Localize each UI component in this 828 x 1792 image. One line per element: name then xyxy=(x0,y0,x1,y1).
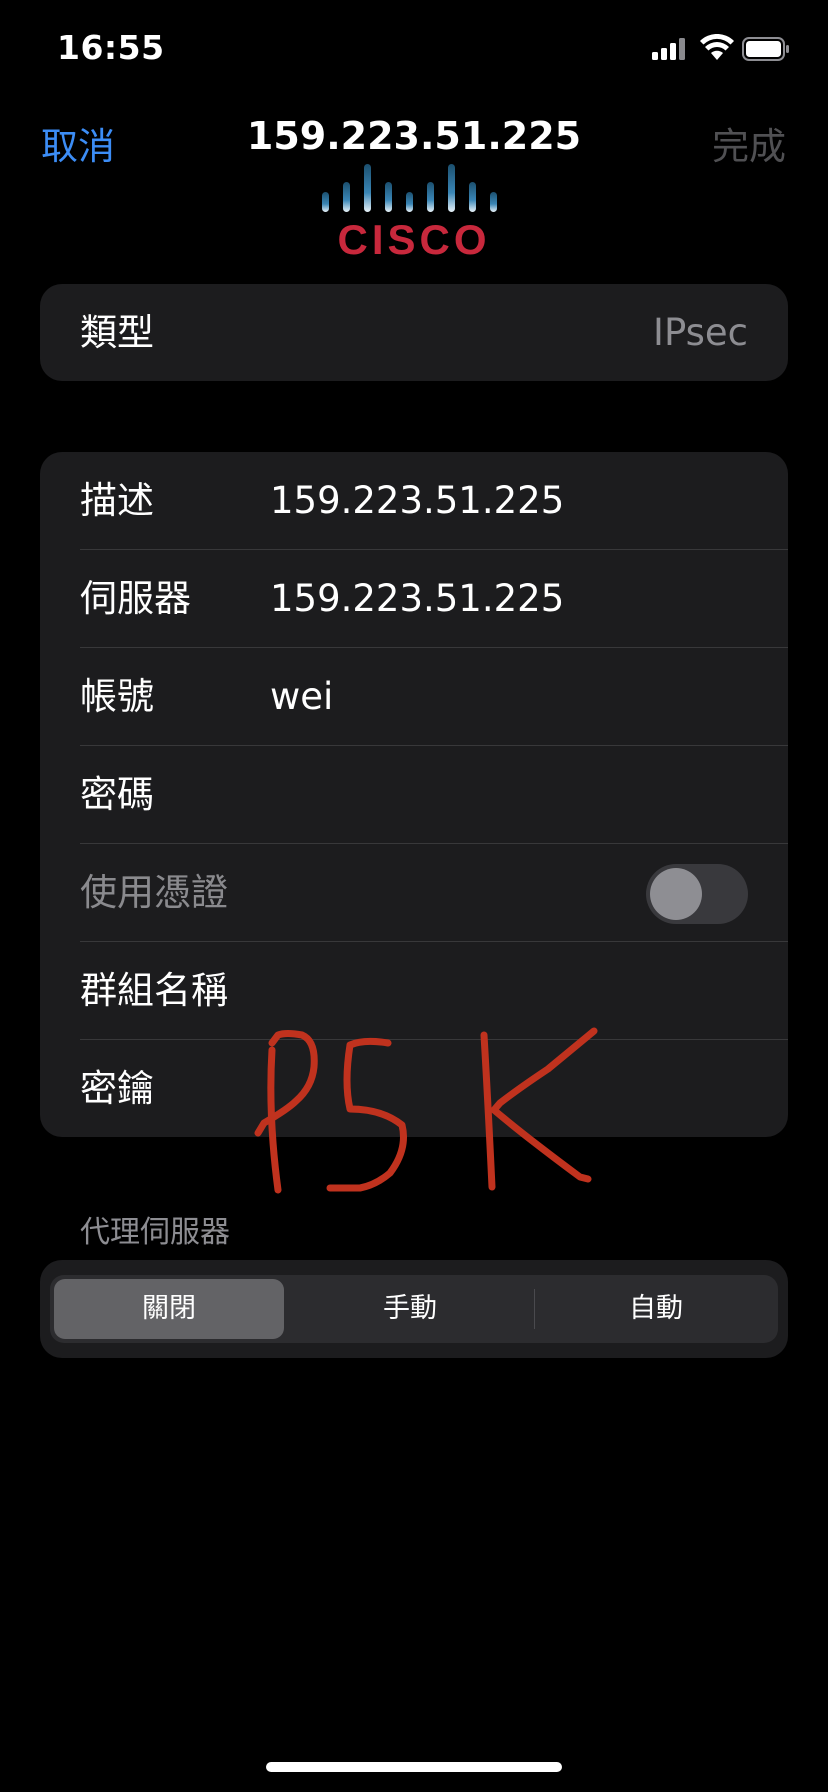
proxy-option-manual[interactable]: 手動 xyxy=(290,1275,530,1343)
description-field[interactable]: 159.223.51.225 xyxy=(270,452,564,550)
type-row[interactable]: 類型 IPsec xyxy=(40,284,788,381)
use-certificate-row: 使用憑證 xyxy=(40,844,788,942)
type-label: 類型 xyxy=(80,311,154,354)
server-field[interactable]: 159.223.51.225 xyxy=(270,550,564,648)
handwritten-psk-annotation xyxy=(254,1027,598,1194)
group-name-label: 群組名稱 xyxy=(80,969,228,1012)
account-row[interactable]: 帳號 wei xyxy=(40,648,788,746)
account-label: 帳號 xyxy=(80,675,154,718)
cisco-logo-text: CISCO xyxy=(337,216,490,262)
status-time: 16:55 xyxy=(57,28,165,67)
proxy-group: 關閉 手動 自動 xyxy=(40,1260,788,1358)
battery-icon xyxy=(742,37,789,61)
server-row[interactable]: 伺服器 159.223.51.225 xyxy=(40,550,788,648)
home-indicator[interactable] xyxy=(266,1762,562,1772)
cellular-signal-icon xyxy=(652,38,690,60)
proxy-section-header: 代理伺服器 xyxy=(80,1215,230,1250)
wifi-icon xyxy=(700,34,734,60)
description-label: 描述 xyxy=(80,479,154,522)
account-field[interactable]: wei xyxy=(270,648,333,746)
proxy-option-off[interactable]: 關閉 xyxy=(54,1279,284,1339)
password-label: 密碼 xyxy=(80,773,154,816)
password-row[interactable]: 密碼 xyxy=(40,746,788,844)
page-title: 159.223.51.225 xyxy=(246,114,582,158)
secret-label: 密鑰 xyxy=(80,1067,154,1110)
type-value: IPsec xyxy=(653,311,748,354)
description-row[interactable]: 描述 159.223.51.225 xyxy=(40,452,788,550)
server-label: 伺服器 xyxy=(80,577,191,620)
use-certificate-label: 使用憑證 xyxy=(80,871,228,914)
proxy-option-auto[interactable]: 自動 xyxy=(538,1275,774,1343)
proxy-segmented-control: 關閉 手動 自動 xyxy=(50,1275,778,1343)
cisco-logo: CISCO xyxy=(322,164,497,262)
toggle-knob xyxy=(650,868,702,920)
done-button[interactable]: 完成 xyxy=(712,116,786,170)
use-certificate-toggle[interactable] xyxy=(646,864,748,924)
type-group: 類型 IPsec xyxy=(40,284,788,381)
segment-divider xyxy=(534,1289,535,1329)
